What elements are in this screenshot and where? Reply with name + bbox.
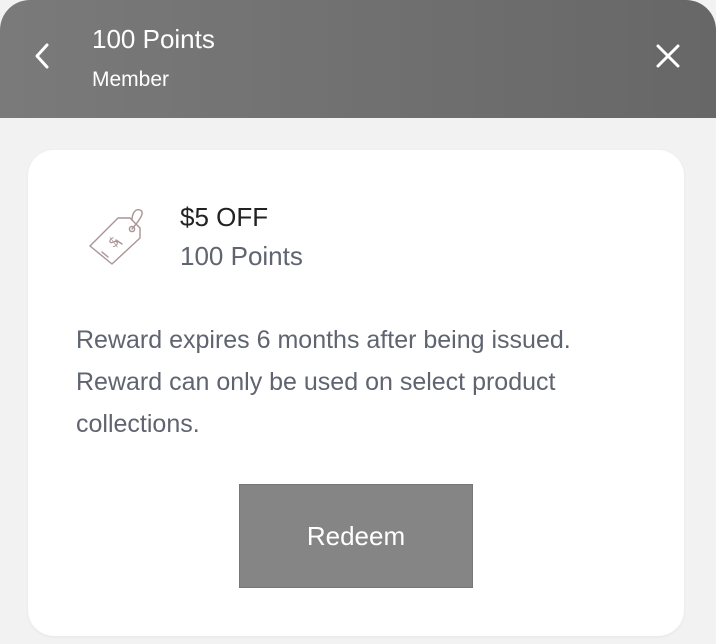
redeem-button[interactable]: Redeem bbox=[239, 484, 473, 588]
reward-card: $ $5 OFF 100 Points Reward expires 6 mon… bbox=[28, 150, 684, 636]
price-tag-icon: $ bbox=[86, 208, 148, 270]
panel-header: 100 Points Member bbox=[0, 0, 716, 118]
reward-title: $5 OFF bbox=[180, 202, 269, 232]
close-icon bbox=[655, 43, 681, 74]
rewards-panel: 100 Points Member $ $5 OFF 100 Points Re… bbox=[0, 0, 716, 644]
reward-description-line: Reward expires 6 months after being issu… bbox=[76, 326, 571, 354]
membership-tier: Member bbox=[92, 68, 170, 91]
back-button[interactable] bbox=[22, 38, 62, 78]
close-button[interactable] bbox=[648, 38, 688, 78]
reward-description: Reward expires 6 months after being issu… bbox=[76, 319, 646, 445]
chevron-left-icon bbox=[32, 41, 52, 76]
points-balance: 100 Points bbox=[92, 24, 215, 54]
reward-cost: 100 Points bbox=[180, 241, 303, 271]
reward-description-line: Reward can only be used on select produc… bbox=[76, 368, 556, 438]
